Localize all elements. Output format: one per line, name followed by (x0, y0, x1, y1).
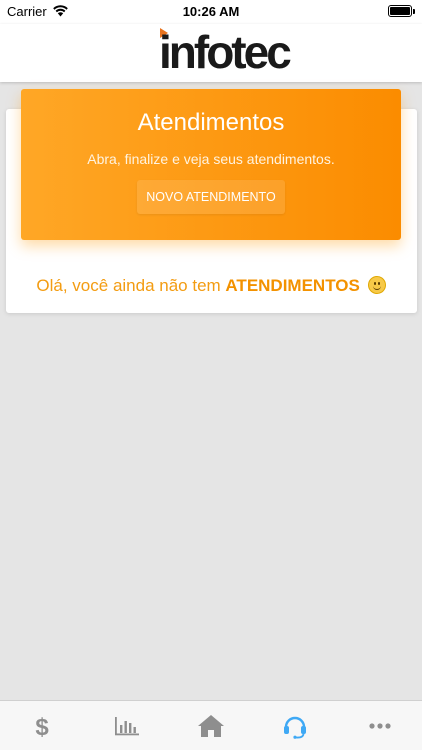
nav-bar: infotec (0, 24, 422, 82)
clock: 10:26 AM (182, 4, 240, 19)
page-title: Atendimentos (137, 109, 285, 136)
tab-finance[interactable]: $ (0, 701, 84, 750)
status-bar: Carrier 10:26 AM (0, 0, 422, 24)
new-ticket-button[interactable]: NOVO ATENDIMENTO (137, 180, 285, 214)
more-icon (369, 722, 391, 729)
empty-state-highlight: ATENDIMENTOS (225, 276, 360, 295)
home-icon (198, 714, 225, 737)
dollar-icon: $ (36, 714, 50, 739)
page-subtitle: Abra, finalize e veja seus atendimentos. (87, 151, 335, 167)
app-logo: infotec (159, 26, 292, 78)
tab-more[interactable] (338, 701, 422, 750)
tab-home[interactable] (169, 701, 253, 750)
hero-banner: Atendimentos Abra, finalize e veja seus … (21, 89, 401, 240)
bar-chart-icon (114, 716, 139, 735)
tab-bar: $ (0, 700, 422, 750)
headset-icon (284, 716, 307, 739)
svg-text:$: $ (36, 714, 50, 739)
tab-support[interactable] (253, 701, 337, 750)
smile-emoji-icon (367, 276, 386, 294)
tab-reports[interactable] (84, 701, 168, 750)
battery-icon (388, 5, 415, 17)
empty-state-message: Olá, você ainda não tem ATENDIMENTOS (0, 276, 422, 296)
empty-state-prefix: Olá, você ainda não tem (36, 276, 221, 295)
